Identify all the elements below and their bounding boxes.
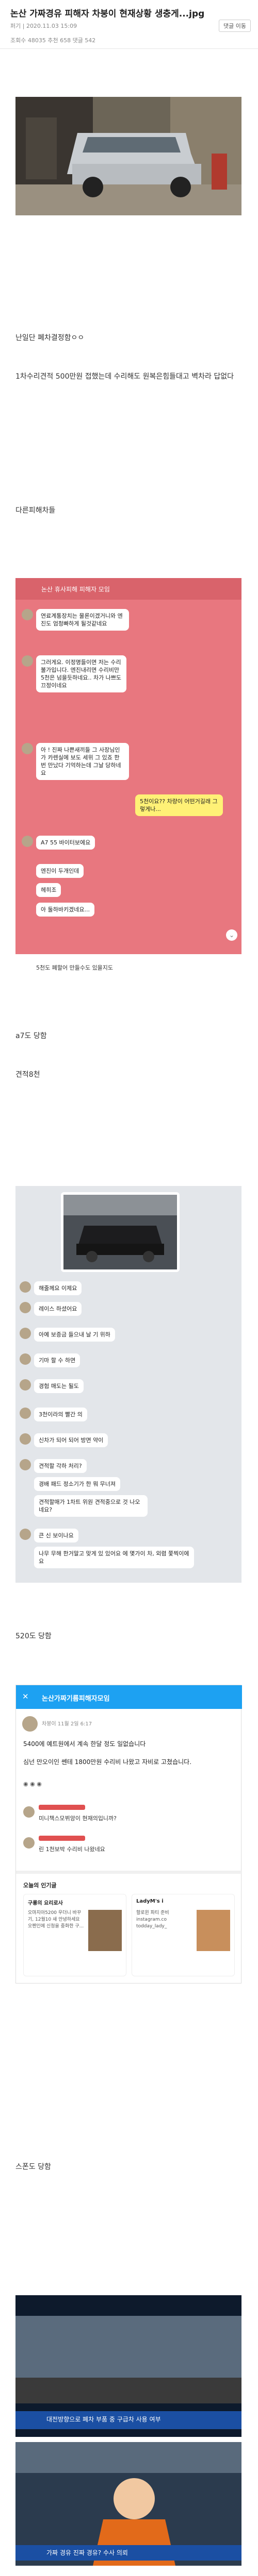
avatar <box>22 836 33 847</box>
paragraph-3: 다른피해차들 <box>15 506 56 515</box>
avatar <box>20 1353 31 1365</box>
avatar <box>20 1281 31 1293</box>
car-garage-image <box>15 97 241 215</box>
chat-message: 아예 보증금 들으내 날 기 위하 <box>34 1328 115 1342</box>
avatar <box>23 1806 35 1818</box>
reaction-bar[interactable]: ◉ ◉ ◉ <box>23 1781 42 1787</box>
band-post-text: 5400에 예트원에서 계속 한달 정도 일없습니다 <box>23 1740 146 1748</box>
chat-message: 아 ! 진짜 나쁜새끼들 그 사장님인가 카렌실에 보도 세위 그 있죠 한번 … <box>36 743 129 780</box>
paragraph-6: 520도 당함 <box>15 1632 52 1640</box>
chat-message: A7 55 바이터보에요 <box>36 836 95 850</box>
chat-message: 아 둘하바키겠네요... <box>36 903 94 917</box>
chat-message: 신차가 되어 되어 방면 약이 <box>34 1433 108 1447</box>
card-title: LadyM's i <box>136 1899 164 1904</box>
popular-card-1[interactable]: 구룡의 요리로사 오마지아5200 우더니 바꾸기, 12월10 새 안녕하세요… <box>23 1894 126 1976</box>
chat-message: 레이스 하셨어요 <box>34 1302 82 1316</box>
divider <box>16 1871 242 1874</box>
chat-screenshot-1: 논산 휴사피해 피해자 모임 연료계통장치는 물론이겠거니와 엔진도 엄청빠하게… <box>15 578 241 979</box>
chat-message: 엔진이 두개인데 <box>36 864 84 878</box>
comment-jump-button[interactable]: 댓글 이동 <box>219 20 251 32</box>
avatar <box>20 1328 31 1339</box>
car-garage-photo <box>15 97 241 215</box>
chat-input-text: 5천도 폐할어 만들수도 있을지도 <box>36 964 114 971</box>
chat-message: 나무 무해 한거말고 맞게 있 있어요 에 몇가이 차, 외렴 쫓찍이에요 <box>34 1547 194 1568</box>
news-video-2: 가짜 경유 진짜 경유? 수사 의뢰 <box>15 2442 241 2566</box>
divider <box>0 48 258 49</box>
redacted-name <box>39 1805 85 1810</box>
chat-message: 견적할매가 1차트 위원 견적중으로 것 나오네요? <box>34 1495 148 1517</box>
avatar <box>20 1408 31 1419</box>
avatar <box>20 1379 31 1391</box>
chat-message: 경험 매도는 될도 <box>34 1379 84 1393</box>
comment-text: 린 1천보박 수리비 나왔네요 <box>39 1846 105 1853</box>
post-title: 논산 가짜경유 피해자 차붕이 현재상황 생충게...jpg <box>10 9 205 19</box>
chat-message: 해줄께요 이제요 <box>34 1281 82 1295</box>
shared-photo-bubble <box>61 1192 180 1272</box>
paragraph-4: a7도 당함 <box>15 1032 47 1040</box>
avatar <box>23 1837 35 1849</box>
chat-message-mine: 5천이요?? 차량이 어떤거길래 그렇게나... <box>135 794 223 816</box>
news-caption: 대전방향으로 폐차 부품 중 구급차 사용 여부 <box>46 2416 161 2423</box>
paragraph-7: 스폰도 당함 <box>15 2163 51 2171</box>
chat-room-title: 논산 휴사피해 피해자 모임 <box>41 586 110 593</box>
avatar <box>20 1459 31 1470</box>
paragraph-2: 1차수리견적 500만원 접했는데 수리해도 원복은힘들대고 벽차라 답없다 <box>15 372 234 381</box>
avatar <box>22 743 33 754</box>
popular-card-2[interactable]: LadyM's i 할로윈 파티 준비 instagram.co todday_… <box>132 1894 235 1976</box>
chat-screenshot-2: 해줄께요 이제요 레이스 하셨어요 아예 보증금 들으내 날 기 위하 기마 할… <box>15 1186 241 1583</box>
chat-message: 헤히조 <box>36 883 61 897</box>
avatar <box>20 1433 31 1445</box>
scroll-down-icon[interactable]: ⌄ <box>226 929 237 941</box>
chat-screenshot-3: ✕ 논산가짜기름피해자모임 차붕이 11월 2일 6:17 5400에 예트원에… <box>15 1685 242 1984</box>
chat-message: 3천이라의 빨간 의 <box>34 1408 87 1421</box>
band-post-text: 심넌 만오이인 쎈테 1800만원 수리비 나왔고 자비로 고쳤습니다. <box>23 1758 192 1766</box>
card-thumbnail <box>197 1910 230 1951</box>
avatar <box>20 1529 31 1540</box>
avatar <box>22 655 33 667</box>
news-video-1: 대전방향으로 폐차 부품 중 구급차 사용 여부 <box>15 2295 241 2437</box>
news-frame-2 <box>15 2442 241 2566</box>
parking-photo <box>63 1195 177 1269</box>
avatar <box>20 1302 31 1313</box>
paragraph-1: 난일단 폐차결정함ㅇㅇ <box>15 334 85 342</box>
close-icon[interactable]: ✕ <box>22 1692 29 1701</box>
news-caption: 가짜 경유 진짜 경유? 수사 의뢰 <box>46 2549 128 2556</box>
chat-message: 연료계통장치는 물론이겠거니와 엔진도 엄청빠하게 될것같네요 <box>36 609 129 631</box>
card-text: 오마지아5200 우더니 바꾸기, 12월10 새 안녕하세요 오펜인에 신청을… <box>28 1910 84 1929</box>
chat-message: 기마 할 수 하면 <box>34 1353 80 1367</box>
chat-message: 견적할 각하 처리? <box>34 1459 87 1473</box>
section-title: 오늘의 인기글 <box>23 1882 57 1889</box>
card-title: 구룡의 요리로사 <box>28 1901 63 1906</box>
avatar <box>22 1716 38 1732</box>
redacted-name <box>39 1836 85 1841</box>
chat-message: 큰 신 보이나요 <box>34 1529 78 1543</box>
card-thumbnail <box>88 1910 122 1951</box>
chat-message: 경배 패드 정소기가 한 뭐 무너져 <box>34 1477 121 1491</box>
paragraph-5: 견적8천 <box>15 1071 40 1079</box>
avatar <box>22 609 33 620</box>
comment-text: 미니책스모뷔앙이 현재의입니까? <box>39 1815 117 1822</box>
post-meta: 퍼기 | 2020.11.03 15:09 <box>10 23 77 29</box>
band-title: 논산가짜기름피해자모임 <box>42 1695 110 1703</box>
post-author-line: 차붕이 11월 2일 6:17 <box>42 1721 92 1727</box>
chat-message: 그러게요. 이정명들이면 저는 수리불가입니다. 엔진내리면 수리비만 5천은 … <box>36 655 126 692</box>
card-text: 할로윈 파티 준비 instagram.co todday_lady_ <box>136 1910 169 1929</box>
post-stats: 조회수 48035 추천 658 댓글 542 <box>10 37 96 44</box>
